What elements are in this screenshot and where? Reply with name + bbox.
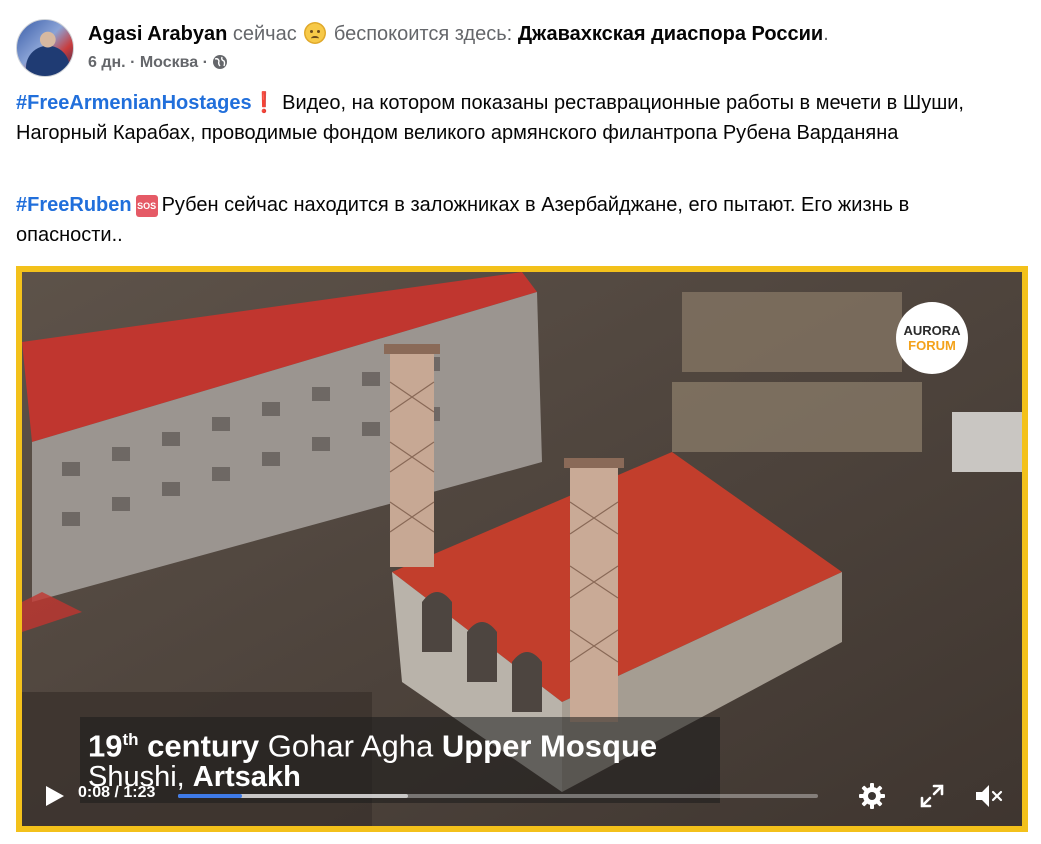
author-name[interactable]: Agasi Arabyan [88, 23, 227, 45]
video-controls: 0:08 / 1:23 [22, 766, 1022, 826]
logo-line-2: FORUM [908, 338, 956, 353]
mute-icon[interactable] [972, 780, 1004, 812]
post-paragraph-1: #FreeArmenianHostages❗ Видео, на котором… [16, 88, 1021, 148]
post-meta: 6 дн. · Москва · [88, 52, 228, 74]
play-icon[interactable] [40, 780, 68, 812]
hashtag-free-armenian-hostages[interactable]: #FreeArmenianHostages [16, 92, 252, 114]
post-location[interactable]: Москва [140, 54, 198, 71]
video-progress-bar[interactable] [178, 794, 818, 798]
hashtag-free-ruben[interactable]: #FreeRuben [16, 194, 132, 216]
group-link[interactable]: Джавахкская диаспора России [518, 23, 823, 45]
video-player[interactable]: AURORA FORUM 19th century Gohar Agha Upp… [16, 266, 1028, 832]
feeling-text: беспокоится здесь: [333, 23, 513, 45]
group-suffix: . [823, 23, 829, 45]
post-header: Agasi Arabyan сейчас беспокоится здесь: … [16, 17, 1026, 77]
post-age[interactable]: 6 дн. [88, 54, 126, 71]
time-word: сейчас [232, 23, 297, 45]
aurora-forum-logo: AURORA FORUM [896, 302, 968, 374]
sos-icon: SOS [135, 195, 158, 217]
caption-mosque: Upper Mosque [441, 728, 658, 764]
video-time: 0:08 / 1:23 [78, 784, 156, 801]
post-paragraph-2: #FreeRuben SOS Рубен сейчас находится в за… [16, 190, 1021, 250]
logo-line-1: AURORA [903, 323, 961, 338]
gear-icon[interactable] [856, 780, 888, 812]
post-title-line: Agasi Arabyan сейчас беспокоится здесь: … [88, 21, 829, 47]
exclamation-icon: ❗ [251, 92, 277, 114]
caption-century-suffix: th [122, 730, 139, 749]
video-played-bar [178, 794, 242, 798]
expand-icon[interactable] [916, 780, 948, 812]
worried-face-icon [304, 22, 327, 44]
globe-icon[interactable] [212, 54, 228, 70]
meta-separator: · [130, 54, 136, 71]
meta-separator-2: · [202, 54, 208, 71]
author-avatar[interactable] [16, 19, 74, 77]
